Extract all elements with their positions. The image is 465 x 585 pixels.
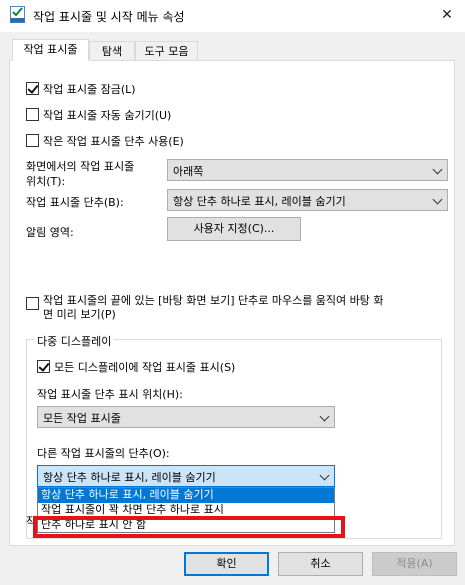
buttons-combine-value: 항상 단추 하나로 표시, 레이블 숨기기 [173, 195, 346, 208]
location-select[interactable]: 아래쪽 [167, 159, 448, 181]
chevron-down-icon [432, 194, 443, 205]
tab-navigation[interactable]: 탐색 [89, 41, 135, 62]
show-all-displays-checkbox[interactable] [37, 360, 50, 373]
chevron-down-icon [319, 411, 330, 422]
other-buttons-value: 항상 단추 하나로 표시, 레이블 숨기기 [43, 471, 216, 484]
notification-area-label: 알림 영역: [26, 226, 74, 239]
tab-taskbar[interactable]: 작업 표시줄 [12, 39, 89, 62]
cancel-button[interactable]: 취소 [278, 552, 363, 576]
show-buttons-on-label: 작업 표시줄 단추 표시 위치(H): [37, 388, 183, 401]
other-buttons-select[interactable]: 항상 단추 하나로 표시, 레이블 숨기기 [37, 465, 335, 487]
chevron-down-icon [432, 164, 443, 175]
auto-hide-checkbox[interactable] [26, 108, 39, 121]
lock-taskbar-label: 작업 표시줄 잠금(L) [43, 83, 136, 96]
window-title: 작업 표시줄 및 시작 메뉴 속성 [33, 10, 185, 24]
small-buttons-label: 작은 작업 표시줄 단추 사용(E) [43, 135, 184, 148]
title-bar: 작업 표시줄 및 시작 메뉴 속성 ✕ [0, 0, 465, 32]
auto-hide-label: 작업 표시줄 자동 숨기기(U) [43, 109, 172, 122]
location-select-value: 아래쪽 [173, 165, 204, 178]
peek-label-line2: 면 미리 보기(P) [43, 308, 116, 321]
show-all-displays-label: 모든 디스플레이에 작업 표시줄 표시(S) [54, 361, 236, 374]
apply-button[interactable]: 적용(A) [372, 552, 457, 576]
location-label-line1: 화면에서의 작업 표시줄 [26, 160, 135, 173]
customize-button[interactable]: 사용자 지정(C)... [167, 217, 301, 241]
buttons-combine-label: 작업 표시줄 단추(B): [26, 196, 124, 209]
chevron-down-icon [319, 470, 330, 481]
peek-checkbox[interactable] [26, 297, 39, 310]
other-buttons-label: 다른 작업 표시줄의 단추(O): [37, 447, 170, 460]
location-label-line2: 위치(T): [26, 175, 66, 188]
show-buttons-on-select[interactable]: 모든 작업 표시줄 [37, 406, 335, 428]
close-icon[interactable]: ✕ [432, 2, 462, 28]
show-buttons-on-value: 모든 작업 표시줄 [43, 412, 121, 425]
tab-toolbars[interactable]: 도구 모음 [135, 41, 198, 62]
lock-taskbar-checkbox[interactable] [26, 82, 39, 95]
highlight-box [33, 516, 345, 538]
dropdown-option[interactable]: 항상 단추 하나로 표시, 레이블 숨기기 [38, 488, 334, 503]
buttons-combine-select[interactable]: 항상 단추 하나로 표시, 레이블 숨기기 [167, 189, 448, 211]
ok-button[interactable]: 확인 [184, 552, 269, 576]
multi-display-title: 다중 디스플레이 [34, 333, 115, 349]
small-buttons-checkbox[interactable] [26, 134, 39, 147]
active-tab-joint [12, 60, 89, 62]
taskbar-properties-icon [10, 6, 25, 23]
